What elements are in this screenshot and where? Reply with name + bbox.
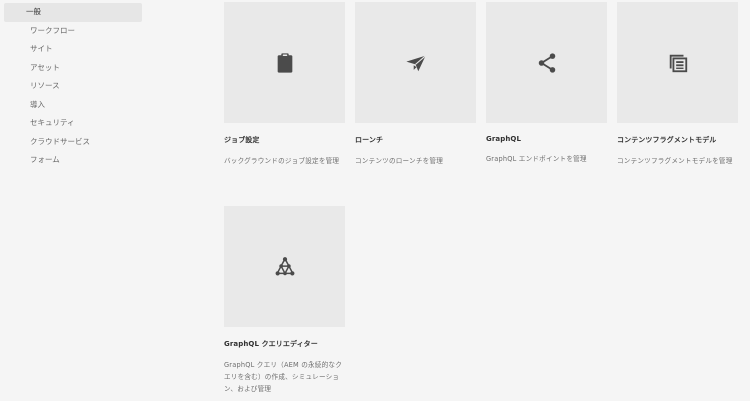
- card-graphql[interactable]: GraphQL GraphQL エンドポイントを管理: [486, 2, 607, 165]
- fragment-model-icon: [669, 54, 687, 72]
- sidebar-item-sites[interactable]: サイト: [4, 40, 142, 59]
- card-job-settings[interactable]: ジョブ設定 バックグラウンドのジョブ設定を管理: [224, 2, 345, 167]
- card-thumbnail[interactable]: [224, 206, 345, 327]
- card-description: コンテンツフラグメントモデルを管理: [617, 157, 733, 165]
- card-launches[interactable]: ローンチ コンテンツのローンチを管理: [355, 2, 476, 167]
- graph-network-icon: [275, 256, 294, 276]
- sidebar-item-deployment[interactable]: 導入: [4, 96, 142, 115]
- card-title: GraphQL: [486, 135, 522, 143]
- card-thumbnail[interactable]: [486, 2, 607, 123]
- card-description: コンテンツのローンチを管理: [355, 157, 443, 165]
- card-description: GraphQL エンドポイントを管理: [486, 155, 587, 163]
- sidebar-item-general[interactable]: 一般: [4, 3, 142, 22]
- clipboard-icon: [277, 52, 292, 73]
- sidebar-item-forms[interactable]: フォーム: [4, 151, 142, 170]
- sidebar-item-cloud-services[interactable]: クラウドサービス: [4, 133, 142, 152]
- card-title: コンテンツフラグメントモデル: [617, 136, 717, 144]
- card-thumbnail[interactable]: [355, 2, 476, 123]
- card-description: GraphQL クエリ（AEM の永続的なクエリを含む）の作成、シミュレーション…: [224, 361, 342, 393]
- card-title: ローンチ: [355, 136, 384, 144]
- card-thumbnail[interactable]: [224, 2, 345, 123]
- card-thumbnail[interactable]: [617, 2, 738, 123]
- tool-card-grid: ジョブ設定 バックグラウンドのジョブ設定を管理 ローンチ コンテンツのローンチを…: [224, 2, 750, 401]
- sidebar-item-workflow[interactable]: ワークフロー: [4, 22, 142, 41]
- card-content-fragment-models[interactable]: コンテンツフラグメントモデル コンテンツフラグメントモデルを管理: [617, 2, 738, 167]
- sidebar-nav: 一般 ワークフロー サイト アセット リソース 導入 セキュリティ クラウドサー…: [0, 0, 150, 401]
- share-icon: [538, 52, 555, 73]
- sidebar-item-assets[interactable]: アセット: [4, 59, 142, 78]
- paper-plane-icon: [405, 54, 426, 71]
- card-description: バックグラウンドのジョブ設定を管理: [224, 157, 340, 165]
- card-title: GraphQL クエリエディター: [224, 340, 318, 348]
- card-title: ジョブ設定: [224, 136, 260, 144]
- sidebar-item-resources[interactable]: リソース: [4, 77, 142, 96]
- sidebar-item-security[interactable]: セキュリティ: [4, 114, 142, 133]
- card-graphql-query-editor[interactable]: GraphQL クエリエディター GraphQL クエリ（AEM の永続的なクエ…: [224, 206, 345, 395]
